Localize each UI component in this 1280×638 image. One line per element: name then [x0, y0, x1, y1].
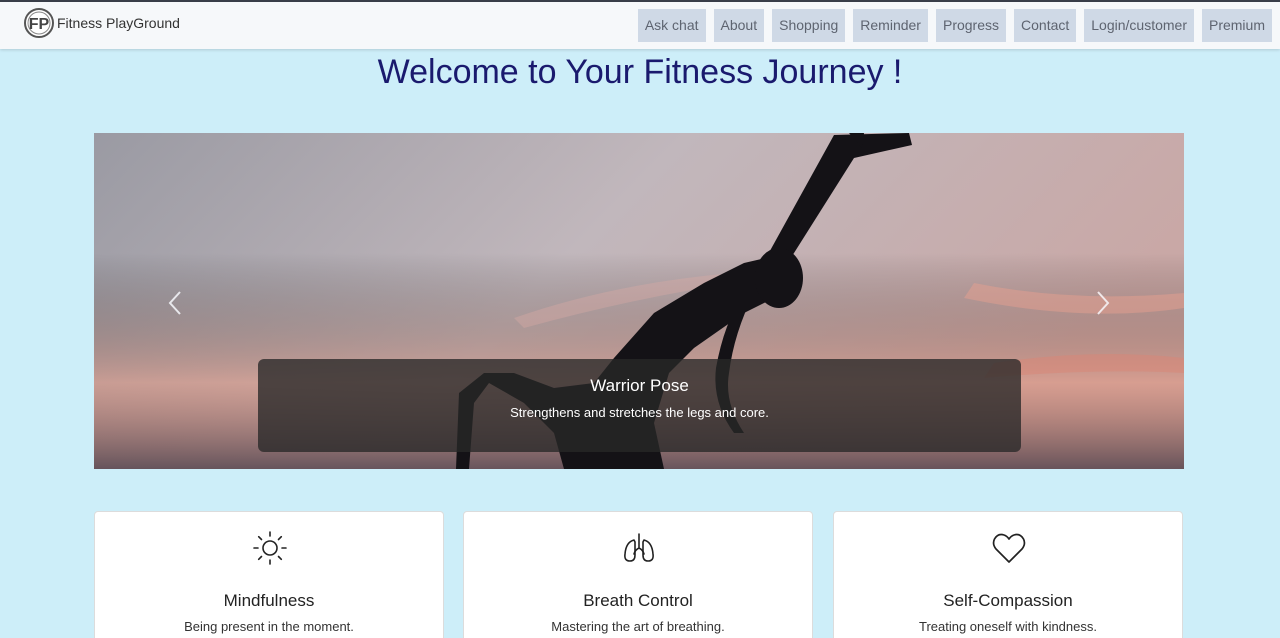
nav-contact[interactable]: Contact [1014, 9, 1077, 42]
page-title: Welcome to Your Fitness Journey ! [377, 53, 903, 91]
nav-premium[interactable]: Premium [1201, 9, 1272, 42]
nav-progress[interactable]: Progress [935, 9, 1007, 42]
lungs-icon [624, 533, 654, 562]
nav-reminder[interactable]: Reminder [853, 9, 928, 42]
chevron-left-icon [168, 291, 181, 315]
carousel-next-button[interactable] [1082, 283, 1122, 323]
caption-title: Warrior Pose [590, 376, 689, 395]
carousel-prev-button[interactable] [156, 283, 196, 323]
card-text: Being present in the moment. [184, 619, 354, 634]
logo-text: FP [29, 16, 50, 33]
nav-about[interactable]: About [713, 9, 765, 42]
nav-links: Ask chat About Shopping Reminder Progres… [637, 9, 1280, 42]
card-breath-control: Breath Control Mastering the art of brea… [463, 511, 813, 638]
card-title: Self-Compassion [943, 591, 1073, 610]
caption-text: Strengthens and stretches the legs and c… [510, 405, 769, 420]
card-text: Treating oneself with kindness. [918, 619, 1097, 634]
nav-shopping[interactable]: Shopping [772, 9, 846, 42]
brand[interactable]: FP Fitness PlayGround [24, 8, 180, 38]
chevron-right-icon [1097, 291, 1110, 315]
nav-ask-chat[interactable]: Ask chat [637, 9, 706, 42]
fp-logo-icon: FP [24, 8, 54, 38]
brand-name: Fitness PlayGround [57, 15, 180, 31]
navbar: FP Fitness PlayGround Ask chat About Sho… [0, 2, 1280, 49]
card-text: Mastering the art of breathing. [551, 619, 725, 634]
card-self-compassion: Self-Compassion Treating oneself with ki… [833, 511, 1183, 638]
nav-login-customer[interactable]: Login/customer [1084, 9, 1194, 42]
carousel: Warrior Pose Strengthens and stretches t… [94, 133, 1184, 469]
card-title: Breath Control [583, 591, 693, 610]
carousel-caption: Warrior Pose Strengthens and stretches t… [258, 359, 1021, 452]
card-title: Mindfulness [223, 591, 315, 610]
card-mindfulness: Mindfulness Being present in the moment. [94, 511, 444, 638]
heart-icon [992, 533, 1026, 563]
sun-icon [253, 531, 287, 565]
